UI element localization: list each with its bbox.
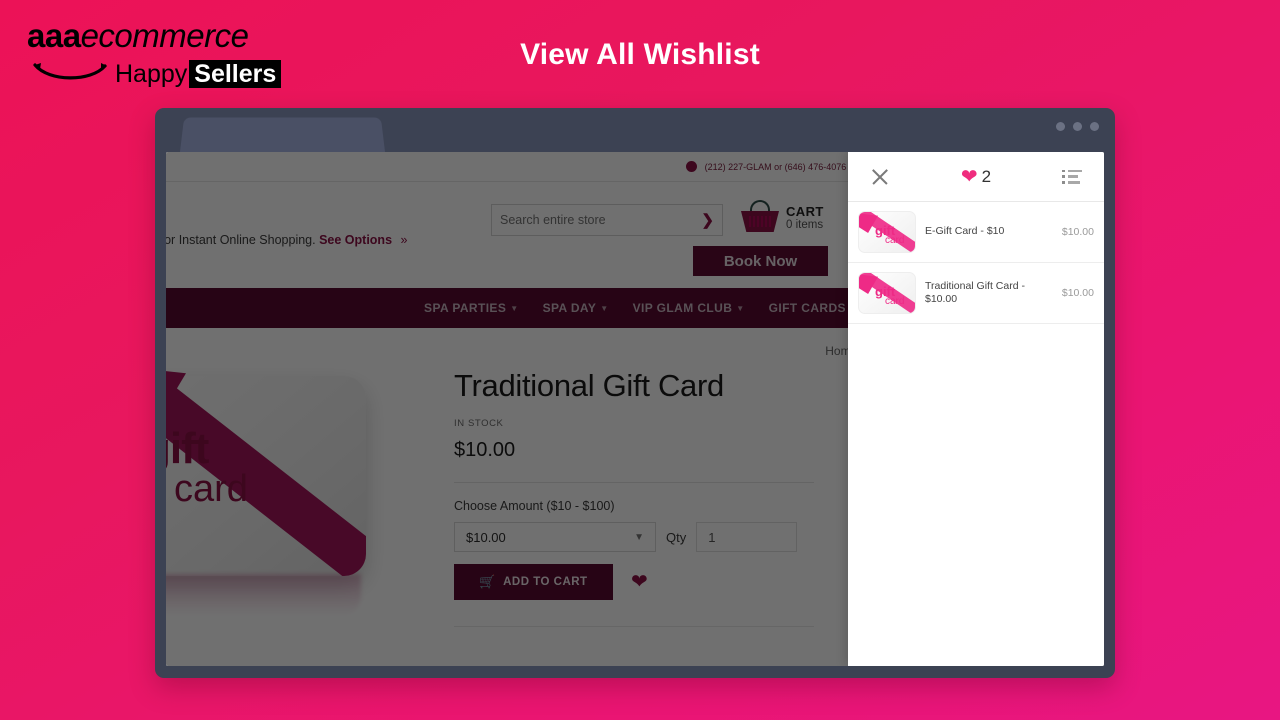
cart-summary[interactable]: CART 0 items xyxy=(741,200,824,234)
promo-text-body: ble Now for Instant Online Shopping. xyxy=(166,233,316,247)
browser-window: (212) 227-GLAM or (646) 476-4076 custome… xyxy=(155,108,1115,678)
gift-card-text-card: card xyxy=(174,468,248,510)
topbar-phone[interactable]: (212) 227-GLAM or (646) 476-4076 xyxy=(685,161,847,172)
wishlist-item-name: Traditional Gift Card - $10.00 xyxy=(925,279,1025,305)
window-dot[interactable] xyxy=(1056,122,1065,131)
nav-label: VIP GLAM CLUB xyxy=(632,301,733,315)
wishlist-count-value: 2 xyxy=(981,166,992,186)
search-box[interactable]: ❯ xyxy=(491,204,723,236)
wishlist-panel: ❤ 2 gift card E-Gift Card - $10 $10.00 g… xyxy=(848,152,1104,666)
product-actions: 🛒 ADD TO CART ❤ xyxy=(454,564,814,600)
option-row: $10.00 ▼ Qty 1 xyxy=(454,522,814,552)
product-thumbnail: gift card xyxy=(858,211,916,253)
wishlist-count: ❤ 2 xyxy=(961,167,991,187)
browser-tabbar xyxy=(155,108,1115,152)
product-image[interactable]: gift card xyxy=(166,366,426,616)
qty-label: Qty xyxy=(666,529,687,545)
promo-block: Cards ble Now for Instant Online Shoppin… xyxy=(166,204,532,247)
qty-input[interactable]: 1 xyxy=(696,522,798,552)
list-item[interactable]: gift card Traditional Gift Card - $10.00… xyxy=(848,263,1104,324)
wishlist-item-name: E-Gift Card - $10 xyxy=(925,225,1005,238)
chevron-down-icon: ▼ xyxy=(634,531,644,543)
divider xyxy=(454,626,814,627)
nav-item-vip-glam-club[interactable]: VIP GLAM CLUB ▼ xyxy=(633,301,745,315)
search-input[interactable] xyxy=(500,213,702,227)
nav-label: SPA PARTIES xyxy=(424,301,507,315)
nav-item-spa-day[interactable]: SPA DAY ▼ xyxy=(543,301,609,315)
store-page: (212) 227-GLAM or (646) 476-4076 custome… xyxy=(166,152,1104,666)
stock-status: IN STOCK xyxy=(454,418,504,429)
product-title: Traditional Gift Card xyxy=(454,368,724,403)
browser-viewport: (212) 227-GLAM or (646) 476-4076 custome… xyxy=(166,152,1104,666)
product-details: Traditional Gift Card IN STOCK $10.00 Ch… xyxy=(454,368,814,627)
gift-card-reflection-decor xyxy=(166,574,361,616)
amount-option-label: Choose Amount ($10 - $100) xyxy=(454,499,615,513)
product-thumbnail: gift card xyxy=(858,272,916,314)
amount-select-value: $10.00 xyxy=(466,529,506,545)
book-now-button[interactable]: Book Now xyxy=(693,246,828,276)
close-icon[interactable] xyxy=(870,167,890,187)
divider xyxy=(454,482,814,483)
wishlist-items: gift card E-Gift Card - $10 $10.00 gift … xyxy=(848,202,1104,666)
promo-text: ble Now for Instant Online Shopping. See… xyxy=(166,233,532,247)
chevron-down-icon: ▼ xyxy=(600,303,609,313)
chevron-down-icon: ▼ xyxy=(510,303,519,313)
add-to-cart-label: ADD TO CART xyxy=(503,576,588,588)
window-dot[interactable] xyxy=(1090,122,1099,131)
topbar-phone-text: (212) 227-GLAM or (646) 476-4076 xyxy=(704,161,847,172)
wishlist-item-price: $10.00 xyxy=(1061,287,1094,299)
thumb-text-card: card xyxy=(885,235,905,246)
qty-value: 1 xyxy=(708,529,716,545)
browser-tab[interactable] xyxy=(180,117,385,152)
nav-label: SPA DAY xyxy=(542,301,597,315)
thumb-text-card: card xyxy=(885,296,905,307)
wishlist-item-price: $10.00 xyxy=(1061,226,1094,238)
cart-icon: 🛒 xyxy=(479,574,497,589)
amount-select[interactable]: $10.00 ▼ xyxy=(454,522,656,552)
nav-item-gift-cards[interactable]: GIFT CARDS xyxy=(769,301,846,315)
promo-link[interactable]: See Options xyxy=(319,233,392,247)
gift-card-text-gift: gift xyxy=(166,424,209,473)
list-icon[interactable] xyxy=(1062,170,1082,184)
search-submit-icon[interactable]: ❯ xyxy=(701,211,714,229)
cart-item-count: 0 items xyxy=(786,218,824,231)
window-controls[interactable] xyxy=(1056,122,1099,131)
heart-icon: ❤ xyxy=(960,165,978,188)
page-title: View All Wishlist xyxy=(520,38,760,71)
window-dot[interactable] xyxy=(1073,122,1082,131)
nav-item-spa-parties[interactable]: SPA PARTIES ▼ xyxy=(424,301,519,315)
phone-icon xyxy=(685,161,697,172)
list-item[interactable]: gift card E-Gift Card - $10 $10.00 xyxy=(848,202,1104,263)
cart-label: CART xyxy=(786,203,824,219)
chevron-down-icon: ▼ xyxy=(736,303,745,313)
promo-chevron-icon: » xyxy=(400,233,408,247)
product-price: $10.00 xyxy=(454,439,516,461)
wishlist-header: ❤ 2 xyxy=(848,152,1104,202)
add-to-wishlist-icon[interactable]: ❤ xyxy=(631,572,648,592)
add-to-cart-button[interactable]: 🛒 ADD TO CART xyxy=(454,564,613,600)
basket-icon xyxy=(741,200,779,234)
promo-heading: Cards xyxy=(166,204,532,227)
gift-card-graphic: gift card xyxy=(166,376,366,576)
nav-label: GIFT CARDS xyxy=(768,301,846,315)
